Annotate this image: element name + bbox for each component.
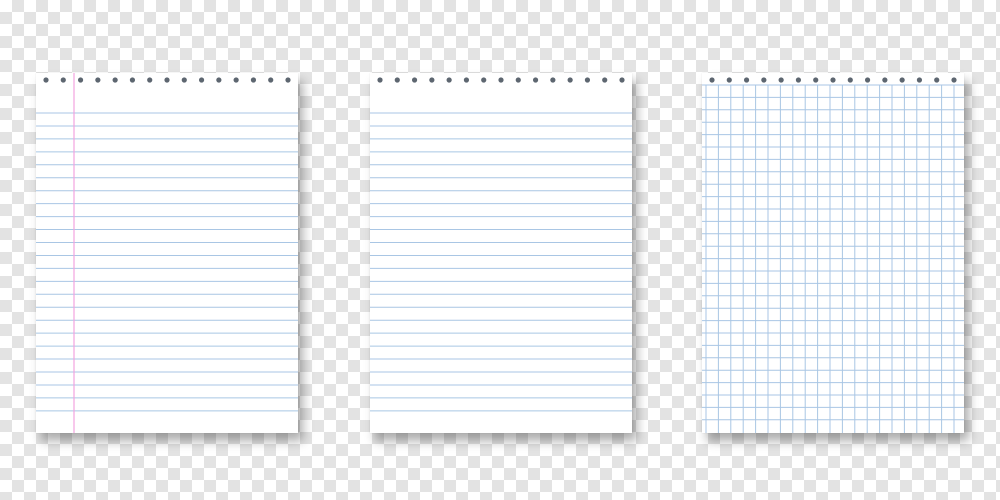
punch-hole <box>463 77 470 83</box>
punch-hole <box>147 77 153 83</box>
punch-hole <box>60 77 66 83</box>
punch-hole <box>847 77 853 83</box>
punch-hole <box>129 77 136 83</box>
punch-hole <box>726 77 732 83</box>
punch-hole <box>268 77 274 83</box>
punch-hole <box>951 77 957 83</box>
punch-hole <box>285 77 291 83</box>
punch-hole <box>515 77 521 83</box>
punch-hole <box>899 77 905 83</box>
grid-paper-sheet <box>702 73 964 433</box>
punch-hole <box>743 77 750 83</box>
punch-hole <box>916 77 923 83</box>
sheet-2-drawing <box>370 77 632 412</box>
punch-hole <box>164 77 170 83</box>
punch-hole <box>481 77 487 83</box>
punch-hole <box>567 77 573 83</box>
punch-hole <box>198 77 205 83</box>
lined-paper-sheet-with-margin <box>36 73 298 433</box>
punch-hole <box>394 77 400 83</box>
punch-hole <box>532 77 539 83</box>
punch-hole <box>250 77 257 83</box>
punch-hole <box>795 77 802 83</box>
punch-hole <box>882 77 888 83</box>
punch-hole <box>77 77 84 83</box>
punch-hole <box>216 77 222 83</box>
punch-hole <box>446 77 452 83</box>
punch-hole <box>761 77 767 83</box>
punch-hole <box>411 77 418 83</box>
punch-hole <box>429 77 435 83</box>
punch-hole <box>112 77 118 83</box>
punch-hole <box>602 77 608 83</box>
sheet-3-drawing <box>702 77 964 433</box>
punch-hole <box>709 77 715 83</box>
punch-hole <box>778 77 784 83</box>
punch-hole <box>43 77 49 83</box>
punch-hole <box>233 77 239 83</box>
lined-paper-sheet <box>370 73 632 433</box>
punch-hole <box>619 77 625 83</box>
punch-hole <box>864 77 871 83</box>
punch-hole <box>934 77 940 83</box>
punch-hole <box>813 77 819 83</box>
sheet-1-drawing <box>36 73 298 433</box>
transparent-checkerboard-background: 296286129 <box>0 0 1000 500</box>
punch-hole <box>830 77 836 83</box>
punch-hole <box>584 77 591 83</box>
punch-hole <box>498 77 504 83</box>
punch-hole <box>181 77 187 83</box>
punch-hole <box>377 77 383 83</box>
punch-hole <box>95 77 101 83</box>
punch-hole <box>550 77 556 83</box>
